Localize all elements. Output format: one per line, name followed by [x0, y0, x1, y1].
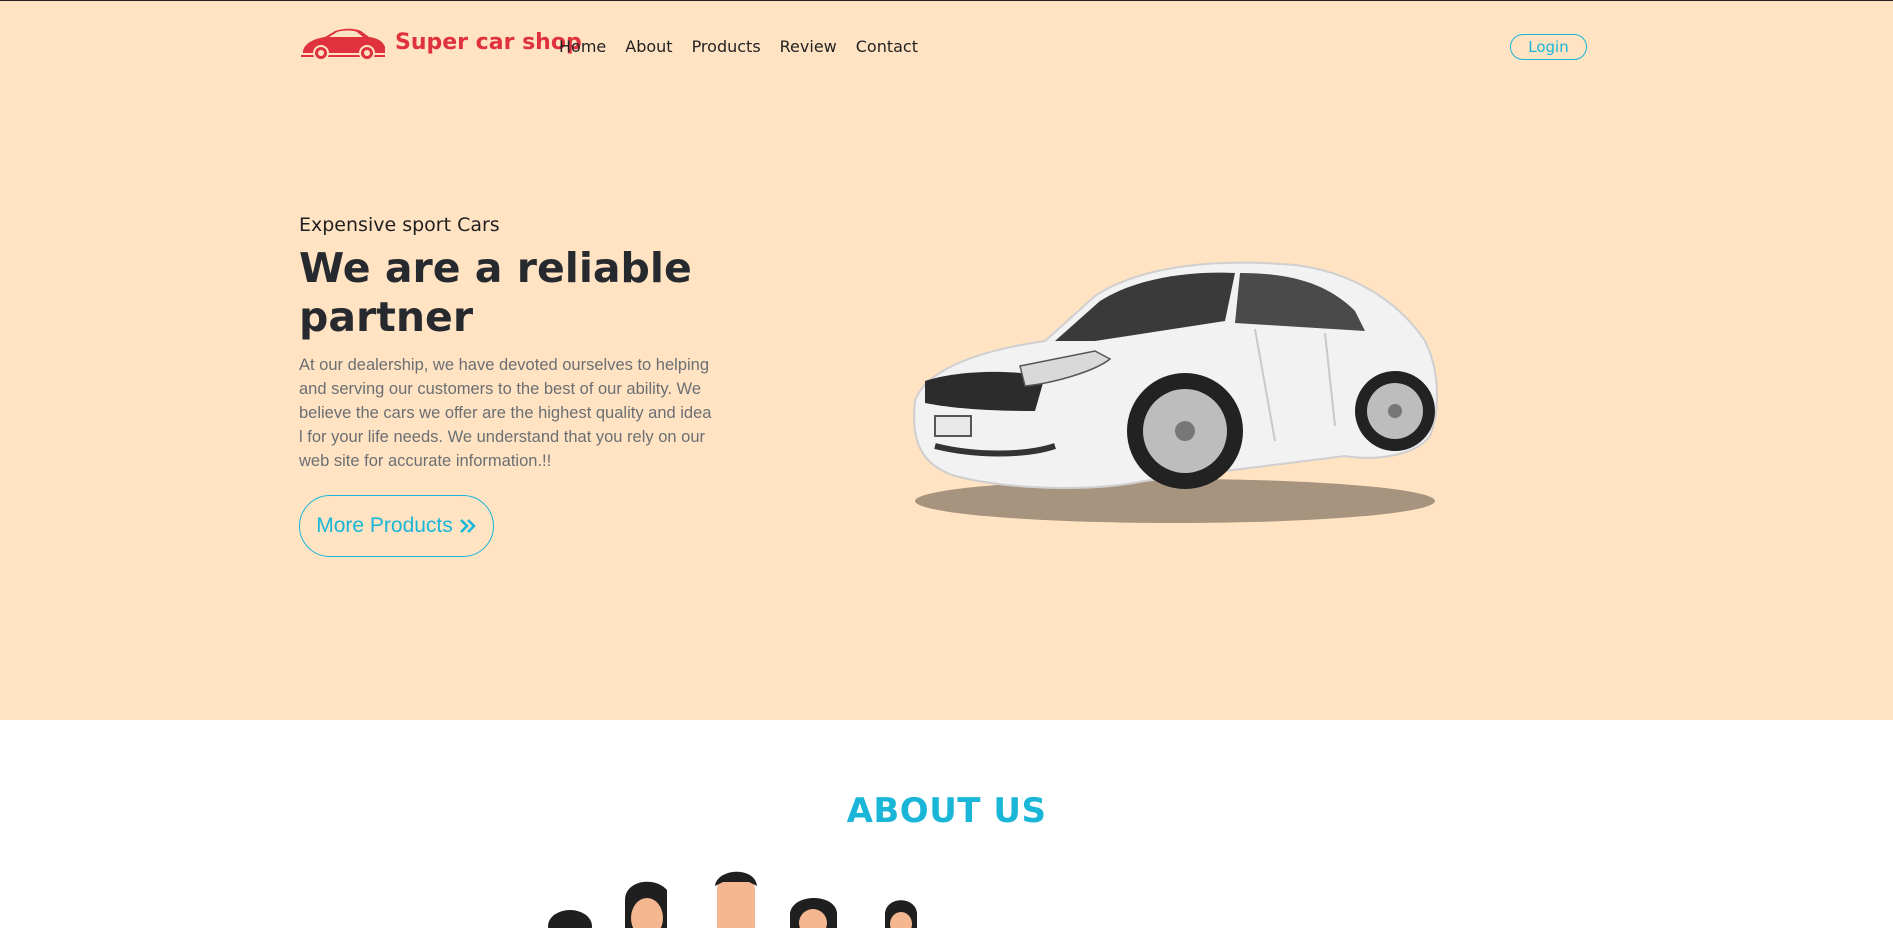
main-nav: Home About Products Review Contact: [559, 37, 937, 56]
hero-headline: We are a reliable partner: [299, 244, 692, 341]
nav-home[interactable]: Home: [559, 37, 606, 56]
hero-kicker: Expensive sport Cars: [299, 214, 500, 236]
nav-contact[interactable]: Contact: [856, 37, 918, 56]
nav-products[interactable]: Products: [692, 37, 761, 56]
about-title: ABOUT US: [846, 791, 1047, 832]
nav-review[interactable]: Review: [780, 37, 837, 56]
double-chevron-right-icon: [459, 519, 476, 533]
brand-name[interactable]: Super car shop: [395, 30, 582, 55]
more-products-label: More Products: [316, 514, 453, 537]
more-products-button[interactable]: More Products: [299, 495, 494, 557]
hero-section: Super car shop Home About Products Revie…: [0, 1, 1893, 720]
hero-description: At our dealership, we have devoted ourse…: [299, 356, 712, 470]
team-illustration: [548, 871, 917, 928]
car-image: [913, 261, 1438, 523]
car-logo-icon[interactable]: [299, 25, 387, 65]
login-button[interactable]: Login: [1510, 34, 1587, 60]
nav-about[interactable]: About: [625, 37, 672, 56]
